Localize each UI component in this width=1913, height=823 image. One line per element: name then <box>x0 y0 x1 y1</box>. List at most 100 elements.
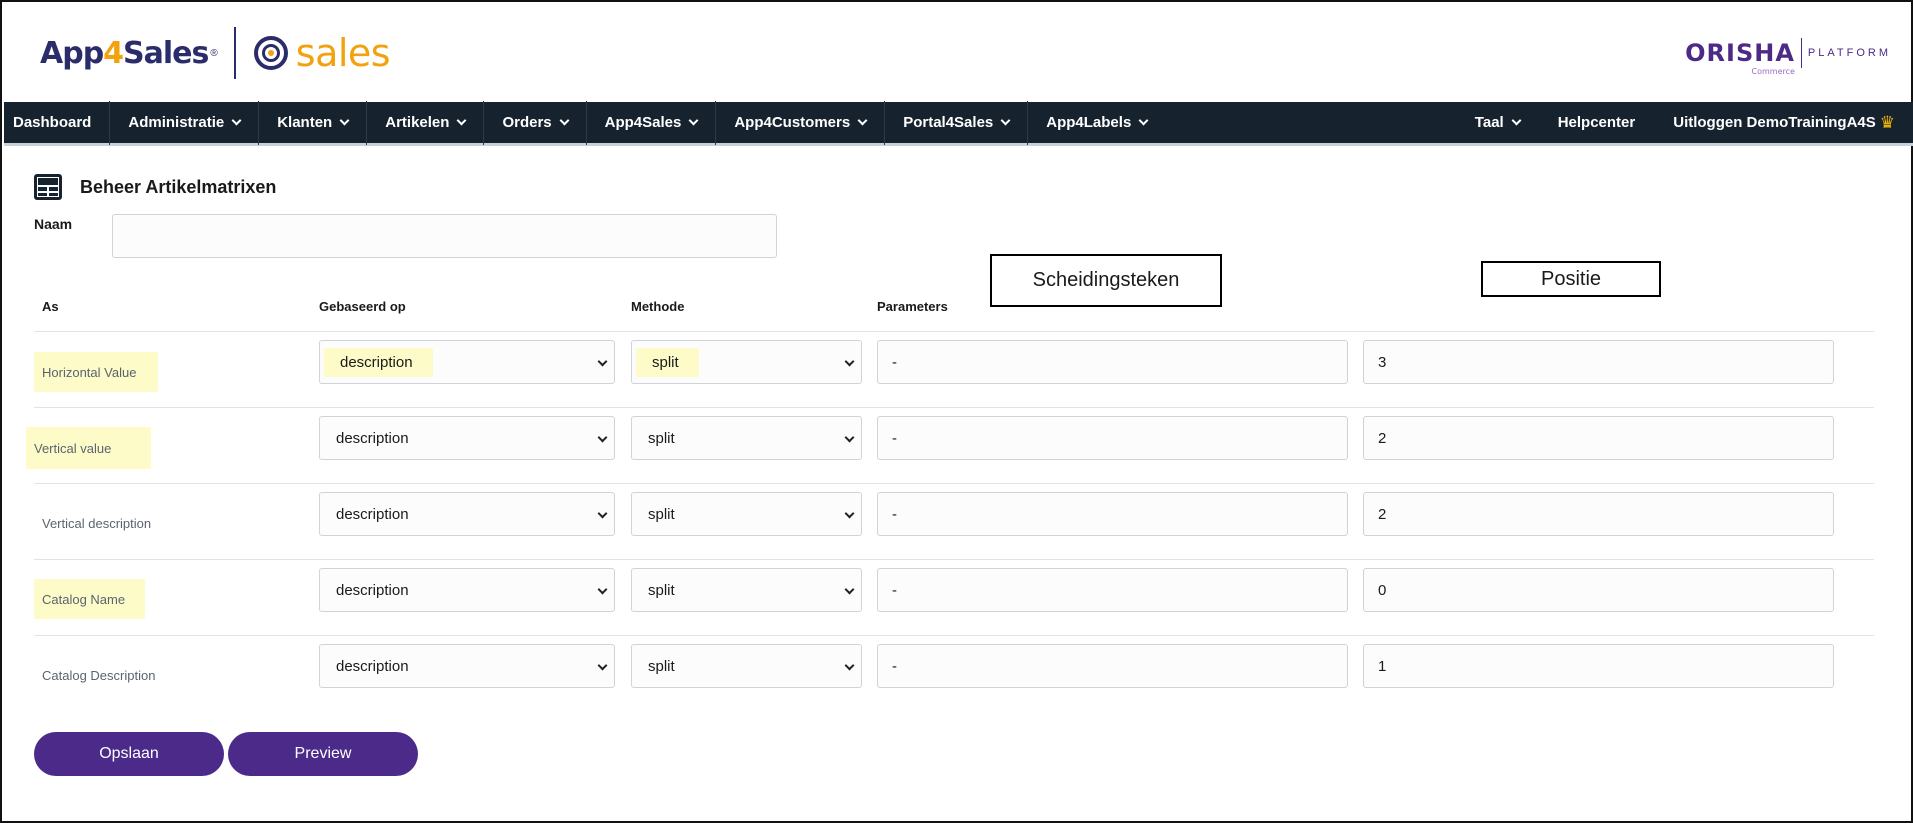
naam-label: Naam <box>34 216 73 232</box>
based-on-select[interactable]: description <box>319 340 615 384</box>
nav-label: App4Labels <box>1046 114 1132 131</box>
page-title: Beheer Artikelmatrixen <box>34 174 276 200</box>
select-value: split <box>648 429 675 447</box>
preview-button[interactable]: Preview <box>228 732 418 776</box>
chevron-down-icon <box>1000 115 1011 126</box>
chevron-down-icon <box>597 432 608 443</box>
row-divider <box>34 407 1874 408</box>
select-value: split <box>648 581 675 599</box>
based-on-select[interactable]: description <box>319 492 615 536</box>
nav-right: Taal Helpcenter Uitloggen DemoTrainingA4… <box>1456 101 1913 145</box>
select-value: description <box>336 657 409 675</box>
save-button[interactable]: Opslaan <box>34 732 224 776</box>
logo-wordmark: App4Sales <box>40 35 209 71</box>
orisha-name: ORISHA <box>1685 39 1795 67</box>
row-label-vertical-value: Vertical value <box>26 427 151 469</box>
product-name: sales <box>295 31 391 75</box>
nav-label: Uitloggen DemoTrainingA4S <box>1673 114 1876 131</box>
nav-label: Klanten <box>277 114 333 131</box>
nav-app4sales[interactable]: App4Sales <box>587 100 717 145</box>
select-value: description <box>324 347 433 377</box>
app4sales-logo[interactable]: App4Sales ® sales <box>40 26 391 80</box>
based-on-select[interactable]: description <box>319 568 615 612</box>
col-header-based-on: Gebaseerd op <box>319 299 406 314</box>
nav-label: App4Customers <box>734 114 851 131</box>
method-select[interactable]: split <box>631 644 862 688</box>
chevron-down-icon <box>844 584 855 595</box>
col-header-method: Methode <box>631 299 685 314</box>
separator-input[interactable]: - <box>877 340 1348 384</box>
method-select[interactable]: split <box>631 568 862 612</box>
row-label-horizontal-value: Horizontal Value <box>34 352 158 392</box>
select-value: split <box>648 505 675 523</box>
nav-label: Administratie <box>128 114 225 131</box>
app-frame: App4Sales ® sales ORISHA Commerce PLATFOR… <box>0 0 1913 823</box>
row-label-vertical-description: Vertical description <box>42 515 152 531</box>
select-value: split <box>636 347 699 377</box>
position-input[interactable]: 1 <box>1363 644 1834 688</box>
nav-orders[interactable]: Orders <box>484 100 587 145</box>
method-select[interactable]: split <box>631 492 862 536</box>
position-input[interactable]: 2 <box>1363 492 1834 536</box>
select-value: description <box>336 429 409 447</box>
chevron-down-icon <box>456 115 467 126</box>
callout-scheidingsteken: Scheidingsteken <box>990 254 1222 307</box>
row-divider <box>34 559 1874 560</box>
chevron-down-icon <box>857 115 868 126</box>
registered-mark: ® <box>210 47 218 59</box>
orisha-logo: ORISHA Commerce PLATFORM <box>1685 38 1891 76</box>
naam-input[interactable] <box>112 214 777 258</box>
select-value: split <box>648 657 675 675</box>
nav-language[interactable]: Taal <box>1456 101 1539 145</box>
logo-sales: Sales <box>123 35 209 71</box>
orisha-platform: PLATFORM <box>1807 47 1891 59</box>
position-input[interactable]: 0 <box>1363 568 1834 612</box>
chevron-down-icon <box>597 356 608 367</box>
nav-label: Orders <box>502 114 552 131</box>
chevron-down-icon <box>231 115 242 126</box>
chevron-down-icon <box>597 660 608 671</box>
main-nav: Dashboard Administratie Klanten Artikele… <box>4 100 1913 146</box>
orisha-divider <box>1800 38 1802 68</box>
nav-klanten[interactable]: Klanten <box>259 100 368 145</box>
row-divider <box>34 635 1874 636</box>
method-select[interactable]: split <box>631 416 862 460</box>
crown-icon: ♛ <box>1879 112 1895 132</box>
method-select[interactable]: split <box>631 340 862 384</box>
nav-logout[interactable]: Uitloggen DemoTrainingA4S ♛ <box>1654 101 1913 145</box>
nav-dashboard[interactable]: Dashboard <box>4 100 111 145</box>
nav-artikelen[interactable]: Artikelen <box>367 100 485 145</box>
nav-label: Taal <box>1474 114 1504 131</box>
orisha-sub: Commerce <box>1751 67 1795 76</box>
nav-label: Artikelen <box>385 114 450 131</box>
page-title-text: Beheer Artikelmatrixen <box>80 176 277 197</box>
chevron-down-icon <box>559 115 570 126</box>
based-on-select[interactable]: description <box>319 416 615 460</box>
nav-helpcenter[interactable]: Helpcenter <box>1539 101 1655 145</box>
chevron-down-icon <box>339 115 350 126</box>
row-label-catalog-name: Catalog Name <box>34 579 145 619</box>
row-divider <box>34 483 1874 484</box>
chevron-down-icon <box>1511 115 1522 126</box>
nav-label: Dashboard <box>13 114 92 131</box>
nav-app4customers[interactable]: App4Customers <box>716 100 886 145</box>
nav-portal4sales[interactable]: Portal4Sales <box>885 100 1029 145</box>
position-input[interactable]: 3 <box>1363 340 1834 384</box>
logo-app: App <box>40 35 104 71</box>
callout-positie: Positie <box>1481 261 1661 297</box>
table-grid-icon <box>34 174 62 200</box>
position-input[interactable]: 2 <box>1363 416 1834 460</box>
nav-app4labels[interactable]: App4Labels <box>1028 101 1165 145</box>
target-icon <box>253 36 288 70</box>
separator-input[interactable]: - <box>877 416 1348 460</box>
chevron-down-icon <box>844 660 855 671</box>
based-on-select[interactable]: description <box>319 644 615 688</box>
logo-four: 4 <box>103 35 124 71</box>
separator-input[interactable]: - <box>877 568 1348 612</box>
separator-input[interactable]: - <box>877 492 1348 536</box>
chevron-down-icon <box>597 508 608 519</box>
chevron-down-icon <box>844 508 855 519</box>
nav-administratie[interactable]: Administratie <box>110 100 260 145</box>
separator-input[interactable]: - <box>877 644 1348 688</box>
nav-label: Portal4Sales <box>903 114 994 131</box>
